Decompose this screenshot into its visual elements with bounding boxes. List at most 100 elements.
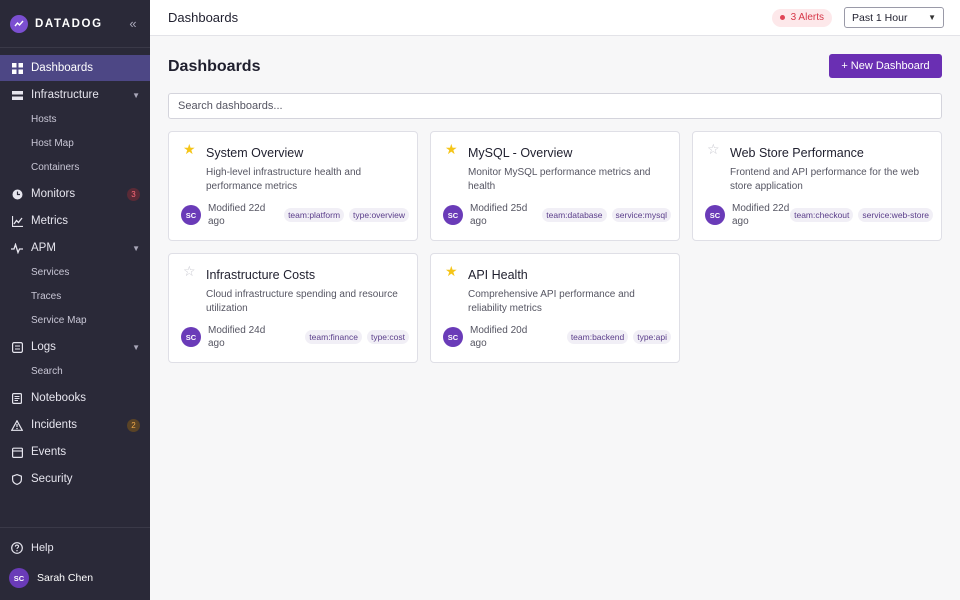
user-name: Sarah Chen — [37, 572, 94, 584]
collapse-sidebar-icon[interactable]: « — [126, 16, 140, 31]
dashboard-card-description: Cloud infrastructure spending and resour… — [206, 289, 398, 314]
sidebar-item-label: Infrastructure — [31, 89, 99, 101]
alerts-label: 3 Alerts — [790, 12, 824, 23]
grid-icon — [11, 62, 23, 74]
sidebar-item-label: Incidents — [31, 419, 78, 431]
help-label: Help — [31, 542, 54, 554]
tag-badge[interactable]: team:platform — [284, 208, 345, 222]
sidebar-subitem-hosts[interactable]: Hosts — [0, 109, 150, 129]
alerts-badge[interactable]: 3 Alerts — [771, 8, 832, 27]
time-range-value: Past 1 Hour — [852, 11, 908, 24]
sidebar-item-notebooks[interactable]: Notebooks — [0, 385, 150, 411]
tag-badge[interactable]: team:checkout — [790, 208, 854, 222]
sidebar-item-dashboards[interactable]: Dashboards — [0, 55, 150, 81]
sidebar-item-events[interactable]: Events — [0, 439, 150, 465]
tag-badge[interactable]: type:overview — [349, 208, 409, 222]
dashboard-card-title: Web Store Performance — [730, 146, 864, 160]
modified-time: Modified 20d ago — [470, 325, 528, 349]
chevron-down-icon[interactable]: ▼ — [132, 91, 140, 100]
logs-icon — [11, 341, 23, 353]
modified-time: Modified 25d ago — [470, 203, 528, 227]
time-range-select[interactable]: Past 1 Hour ▼ — [844, 7, 944, 28]
owner-avatar: SC — [181, 327, 201, 347]
dashboard-card-description: Monitor MySQL performance metrics and he… — [468, 167, 651, 192]
user-menu[interactable]: SC Sarah Chen — [9, 568, 93, 588]
shield-icon — [11, 473, 23, 485]
monitors-count-badge: 3 — [127, 187, 140, 201]
modified-time: Modified 22d ago — [732, 203, 790, 227]
dashboard-card[interactable]: ☆ Web Store Performance Frontend and API p… — [692, 131, 942, 241]
star-filled-icon[interactable]: ★ — [183, 142, 196, 156]
user-avatar: SC — [9, 568, 29, 588]
events-icon — [11, 446, 23, 458]
sidebar-item-incidents[interactable]: Incidents 2 — [0, 412, 150, 438]
dashboard-card[interactable]: ★ System Overview High-level infrastructur… — [168, 131, 418, 241]
sidebar-item-monitors[interactable]: Monitors 3 — [0, 181, 150, 207]
dashboard-card-title: Infrastructure Costs — [206, 268, 316, 282]
sidebar-item-infrastructure[interactable]: Infrastructure ▼ — [0, 82, 150, 108]
sidebar-item-label: Dashboards — [31, 62, 94, 74]
warning-icon — [11, 419, 23, 431]
sidebar-subitem-service-map[interactable]: Service Map — [0, 310, 150, 330]
sidebar-item-apm[interactable]: APM ▼ — [0, 235, 150, 261]
dashboard-card[interactable]: ☆ Infrastructure Costs Cloud infrastructur… — [168, 253, 418, 363]
tag-list: team:database service:mysql — [528, 208, 671, 222]
tag-list: team:platform type:overview — [266, 208, 409, 222]
star-outline-icon[interactable]: ☆ — [707, 142, 720, 156]
dashboard-card-title: System Overview — [206, 146, 304, 160]
sidebar-subitem-host-map[interactable]: Host Map — [0, 133, 150, 153]
dashboard-card-description: High-level infrastructure health and per… — [206, 167, 362, 192]
new-dashboard-button[interactable]: + New Dashboard — [829, 54, 942, 78]
sidebar-subitem-traces[interactable]: Traces — [0, 286, 150, 306]
alert-dot-icon — [779, 15, 785, 20]
brand-name: DATADOG — [35, 17, 103, 30]
tag-badge[interactable]: type:cost — [366, 330, 409, 344]
tag-badge[interactable]: service:mysql — [611, 208, 671, 222]
sidebar-item-label: Logs — [31, 341, 56, 353]
monitor-icon — [11, 188, 23, 200]
sidebar-item-label: APM — [31, 242, 56, 254]
sidebar-item-metrics[interactable]: Metrics — [0, 208, 150, 234]
owner-avatar: SC — [181, 205, 201, 225]
sidebar-item-logs[interactable]: Logs ▼ — [0, 334, 150, 360]
sidebar-subitem-services[interactable]: Services — [0, 262, 150, 282]
dashboard-card-footer: SC Modified 22d ago team:checkout service:w… — [705, 202, 933, 228]
dashboard-card-footer: SC Modified 24d ago team:finance type:cost — [181, 324, 409, 350]
owner-avatar: SC — [705, 205, 725, 225]
dashboard-card-description: Frontend and API performance for the web… — [730, 167, 919, 192]
owner-avatar: SC — [443, 327, 463, 347]
chevron-down-icon: ▼ — [928, 13, 936, 22]
pulse-icon — [11, 242, 23, 254]
search-dashboards-input[interactable] — [168, 93, 942, 119]
tag-badge[interactable]: team:finance — [305, 330, 362, 344]
dashboard-card-title: MySQL - Overview — [468, 146, 573, 160]
help-link[interactable]: Help — [11, 542, 54, 554]
sidebar-subitem-containers[interactable]: Containers — [0, 157, 150, 177]
tag-badge[interactable]: team:backend — [566, 330, 629, 344]
dashboard-card-footer: SC Modified 20d ago team:backend type:api — [443, 324, 671, 350]
tag-badge[interactable]: type:api — [633, 330, 671, 344]
datadog-logo-icon[interactable] — [10, 14, 28, 33]
star-filled-icon[interactable]: ★ — [445, 142, 458, 156]
star-filled-icon[interactable]: ★ — [445, 264, 458, 278]
sidebar-item-label: Monitors — [31, 188, 76, 200]
dashboard-card-description: Comprehensive API performance and reliab… — [468, 289, 635, 314]
dashboard-card[interactable]: ★ API Health Comprehensive API performance… — [430, 253, 680, 363]
sidebar-subitem-search[interactable]: Search — [0, 361, 150, 381]
chevron-down-icon[interactable]: ▼ — [132, 244, 140, 253]
dashboard-card-title: API Health — [468, 268, 528, 282]
brand: DATADOG « — [0, 0, 150, 48]
sidebar-item-security[interactable]: Security — [0, 466, 150, 492]
page-title: Dashboards — [168, 58, 261, 75]
top-header: Dashboards 3 Alerts Past 1 Hour ▼ — [150, 0, 960, 36]
help-icon — [11, 542, 23, 554]
notebook-icon — [11, 392, 23, 404]
sidebar-item-label: Events — [31, 446, 67, 458]
dashboard-card-footer: SC Modified 25d ago team:database service:m… — [443, 202, 671, 228]
dashboard-card[interactable]: ★ MySQL - Overview Monitor MySQL performan… — [430, 131, 680, 241]
tag-badge[interactable]: service:web-store — [858, 208, 933, 222]
sidebar-item-label: Security — [31, 473, 73, 485]
chevron-down-icon[interactable]: ▼ — [132, 343, 140, 352]
star-outline-icon[interactable]: ☆ — [183, 264, 196, 278]
tag-badge[interactable]: team:database — [542, 208, 607, 222]
